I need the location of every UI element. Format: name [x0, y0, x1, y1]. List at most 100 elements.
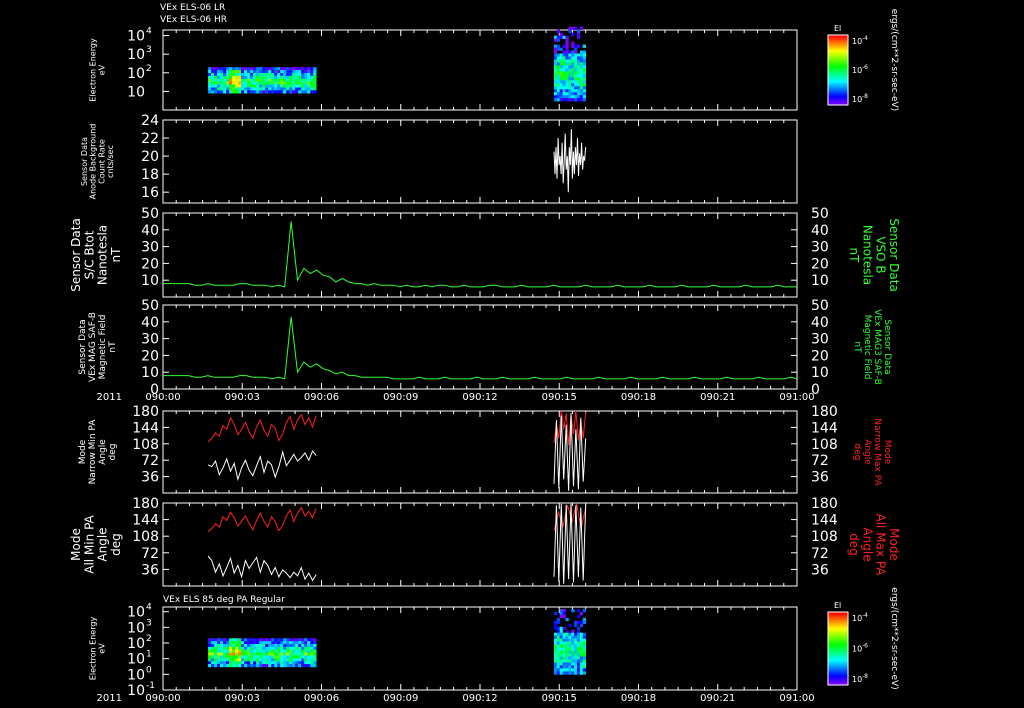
- spectrogram-cell: [579, 644, 584, 648]
- spectrogram-cell: [241, 664, 245, 668]
- spectrogram-cell: [244, 661, 248, 665]
- x-tick-label: 090:15: [542, 392, 577, 403]
- spectrogram-cell: [226, 84, 230, 88]
- spectrogram-cell: [292, 658, 296, 662]
- spectrogram-cell: [244, 644, 248, 648]
- y-axis-label-line: cnts/sec: [106, 145, 115, 178]
- spectrogram-cell: [208, 81, 212, 85]
- spectrogram-cell: [253, 646, 257, 651]
- y-tick-exponent: 3: [146, 618, 152, 628]
- spectrogram-cell: [295, 75, 299, 80]
- spectrogram-cell: [211, 644, 215, 648]
- spectrogram-cell: [286, 75, 290, 80]
- spectrogram-cell: [226, 638, 230, 642]
- spectrogram-cell: [211, 664, 215, 668]
- y-tick-label: 50: [141, 298, 159, 314]
- spectrogram-cell: [582, 95, 586, 99]
- spectrogram-cell: [295, 652, 299, 656]
- spectrogram-cell: [562, 65, 566, 69]
- spectrogram-cell: [562, 89, 566, 93]
- spectrogram-cell: [568, 65, 572, 69]
- spectrogram-cell: [582, 98, 586, 102]
- spectrogram-cell: [223, 78, 227, 82]
- spectrogram-cell: [217, 658, 221, 662]
- spectrogram-cell: [244, 87, 248, 91]
- spectrogram-cell: [238, 649, 242, 653]
- x-tick-label: 090:21: [700, 392, 735, 403]
- spectrogram-cell: [559, 89, 563, 93]
- spectrogram-cell: [256, 641, 260, 645]
- spectrogram-cell: [289, 655, 293, 659]
- spectrogram-cell: [310, 84, 314, 88]
- spectrogram-cell: [226, 655, 230, 659]
- spectrogram-cell: [211, 652, 215, 656]
- spectrogram-cell: [310, 655, 314, 659]
- x-tick-label: 090:09: [383, 392, 418, 403]
- spectrogram-cell: [223, 67, 227, 71]
- spectrogram-cell: [244, 652, 248, 656]
- spectrogram-cell: [250, 67, 254, 71]
- spectrogram-cell: [232, 87, 236, 91]
- spectrogram-cell: [289, 661, 293, 665]
- spectrogram-cell: [568, 656, 572, 660]
- spectrogram-cell: [571, 65, 575, 69]
- spectrogram-cell: [283, 641, 287, 645]
- spectrogram-cell: [559, 74, 563, 78]
- spectrogram-cell: [283, 655, 287, 659]
- spectrogram-cell: [568, 59, 572, 63]
- spectrogram-cell: [298, 90, 302, 94]
- spectrogram-cell: [554, 92, 558, 96]
- spectrogram-cell: [292, 664, 296, 668]
- spectrogram-cell: [292, 87, 296, 91]
- spectrogram-cell: [271, 641, 275, 645]
- spectrogram-cell: [262, 67, 266, 71]
- spectrogram-cell: [568, 647, 572, 651]
- spectrogram-cell: [232, 652, 236, 656]
- spectrogram-cell: [241, 658, 245, 662]
- spectrogram-cell: [295, 644, 299, 648]
- spectrogram-cell: [565, 56, 569, 60]
- spectrogram-cell: [214, 646, 218, 651]
- spectrogram-cell: [274, 87, 278, 91]
- spectrogram-cell: [259, 87, 263, 91]
- spectrogram-cell: [310, 90, 314, 94]
- spectrogram-cell: [217, 78, 221, 82]
- spectrogram-cell: [304, 84, 308, 88]
- spectrogram-cell: [292, 67, 296, 71]
- spectrogram-cell: [229, 644, 233, 648]
- spectrogram-cell: [262, 87, 266, 91]
- spectrogram-cell: [220, 655, 224, 659]
- spectrogram-cell: [217, 649, 221, 653]
- colorbar-tick-exponent: -8: [862, 93, 868, 100]
- spectrogram-cell: [247, 81, 251, 85]
- spectrogram-cell: [220, 661, 224, 665]
- spectrogram-cell: [286, 81, 290, 85]
- spectrogram-cell: [579, 62, 584, 66]
- spectrogram-cell: [265, 73, 269, 77]
- spectrogram-cell: [247, 644, 251, 648]
- spectrogram-cell: [232, 73, 236, 77]
- spectrogram-cell: [295, 655, 299, 659]
- spectrogram-cell: [298, 646, 302, 651]
- spectrogram-cell: [579, 53, 584, 57]
- spectrogram-cell: [292, 70, 296, 74]
- spectrogram-cell: [559, 92, 563, 96]
- spectrogram-cell: [301, 644, 305, 648]
- spectrogram-cell: [565, 38, 569, 42]
- spectrogram-cell: [582, 89, 586, 93]
- spectrogram-cell: [568, 641, 572, 645]
- y-axis-label-line: deg: [108, 444, 118, 461]
- spectrogram-cell: [274, 646, 278, 651]
- spectrogram-cell: [241, 73, 245, 77]
- spectrogram-cell: [562, 650, 566, 654]
- spectrogram-cell: [565, 86, 569, 90]
- y-tick-label: 72: [141, 546, 159, 562]
- spectrogram-cell: [577, 614, 581, 619]
- spectrogram-cell: [265, 649, 269, 653]
- spectrogram-cell: [577, 74, 581, 78]
- spectrogram-cell: [304, 67, 308, 71]
- spectrogram-cell: [554, 644, 558, 648]
- spectrogram-cell: [253, 638, 257, 642]
- spectrogram-cell: [298, 87, 302, 91]
- spectrogram-cell: [220, 84, 224, 88]
